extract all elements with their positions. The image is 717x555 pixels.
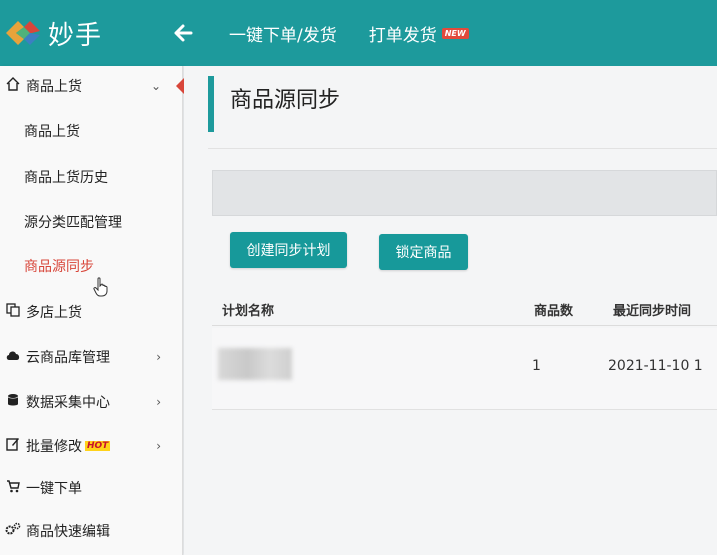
sidebar-item-category-mapping[interactable]: 源分类匹配管理 (0, 204, 183, 240)
sidebar-item-label: 商品源同步 (24, 259, 94, 275)
sidebar-group-label: 批量修改 (26, 439, 82, 455)
create-sync-plan-button[interactable]: 创建同步计划 (230, 232, 347, 268)
sidebar: 商品上货 ⌄ 商品上货 商品上货历史 源分类匹配管理 商品源同步 多店上货 云商… (0, 66, 184, 555)
sidebar-group-data-collection[interactable]: 数据采集中心 › (0, 384, 183, 420)
sidebar-group-label: 数据采集中心 (26, 395, 110, 411)
column-header-product-count[interactable]: 商品数 (534, 300, 573, 319)
filter-bar (212, 170, 717, 216)
sidebar-group-label: 商品上货 (26, 79, 82, 95)
topnav-label: 一键下单/发货 (229, 25, 337, 46)
sidebar-group-label: 云商品库管理 (26, 350, 110, 366)
sidebar-item-label: 源分类匹配管理 (24, 215, 122, 231)
hand-cursor-icon (93, 277, 108, 297)
top-bar: 妙手 一键下单/发货 打单发货 NEW (0, 0, 717, 66)
database-icon (2, 393, 24, 411)
sidebar-group-label: 多店上货 (26, 305, 82, 321)
brand-name: 妙手 (48, 20, 103, 51)
sidebar-group-label: 一键下单 (26, 481, 82, 497)
table-body (212, 410, 717, 555)
product-count-cell: 1 (532, 358, 541, 374)
chevron-down-icon: ⌄ (150, 79, 161, 93)
hot-badge: HOT (85, 441, 111, 451)
sidebar-group-cloud-library[interactable]: 云商品库管理 › (0, 339, 183, 375)
logo-icon (6, 21, 40, 45)
brand[interactable]: 妙手 (0, 0, 155, 66)
topnav-one-click-order[interactable]: 一键下单/发货 (229, 21, 337, 46)
column-header-plan-name[interactable]: 计划名称 (222, 300, 274, 319)
column-header-last-sync[interactable]: 最近同步时间 (613, 300, 691, 319)
edit-icon (2, 437, 24, 455)
sidebar-item-label: 商品上货 (24, 124, 80, 140)
page-title: 商品源同步 (230, 88, 341, 113)
sidebar-item-product-upload[interactable]: 商品上货 (0, 113, 183, 149)
sidebar-group-one-click-order[interactable]: 一键下单 (0, 470, 183, 506)
title-accent-bar (208, 76, 214, 132)
sidebar-group-product-upload[interactable]: 商品上货 ⌄ (0, 68, 184, 104)
gears-icon (2, 522, 24, 540)
main-content: 商品源同步 创建同步计划 锁定商品 计划名称 商品数 最近同步时间 1 2021… (184, 66, 717, 555)
topnav-label: 打单发货 (368, 25, 437, 46)
last-sync-cell: 2021-11-10 1 (608, 358, 703, 374)
copy-icon (2, 303, 24, 321)
chevron-right-icon: › (156, 395, 161, 409)
divider (208, 148, 717, 149)
sidebar-item-source-sync[interactable]: 商品源同步 (0, 248, 183, 284)
sidebar-group-quick-edit[interactable]: 商品快速编辑 (0, 513, 183, 549)
topnav-print-ship[interactable]: 打单发货 NEW (369, 21, 469, 46)
sidebar-item-label: 商品上货历史 (24, 170, 108, 186)
chevron-right-icon: › (156, 439, 161, 453)
active-marker (176, 78, 184, 94)
sidebar-group-batch-edit[interactable]: 批量修改 HOT › (0, 428, 183, 464)
sidebar-item-upload-history[interactable]: 商品上货历史 (0, 159, 183, 195)
sidebar-group-multi-store[interactable]: 多店上货 (0, 294, 183, 330)
table-row[interactable]: 1 2021-11-10 1 (212, 328, 717, 410)
new-badge: NEW (441, 27, 469, 39)
cloud-icon (2, 349, 24, 365)
lock-products-button[interactable]: 锁定商品 (379, 234, 468, 270)
home-icon (2, 77, 24, 95)
sidebar-group-label: 商品快速编辑 (26, 524, 110, 540)
table-header: 计划名称 商品数 最近同步时间 (212, 292, 717, 326)
cart-icon (2, 479, 24, 497)
chevron-right-icon: › (156, 350, 161, 364)
plan-name-blurred (218, 348, 292, 380)
arrow-left-icon[interactable] (173, 23, 203, 43)
